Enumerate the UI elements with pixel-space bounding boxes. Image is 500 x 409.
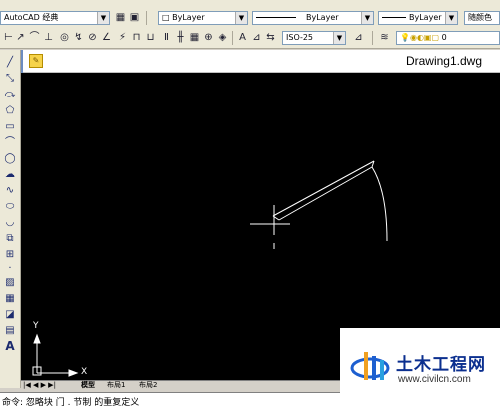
separator [146,11,147,25]
make-block-icon[interactable]: ⊞ [3,248,17,261]
line-icon[interactable]: ╱ [3,56,17,69]
color-swatch-icon: □ [162,13,173,22]
document-icon: ✎ [29,54,43,68]
arc-segment [371,166,388,242]
color-value: ByLayer [172,13,205,22]
parallel-line-upper [272,160,375,217]
spacing-icon[interactable]: Ⅱ [160,31,173,44]
rectangle-icon[interactable]: ▭ [3,120,17,133]
watermark-title: 土木工程网 [396,355,486,375]
ucs-x-arrow [68,369,79,377]
watermark: 土木工程网 www.civilcn.com [340,328,500,408]
tab-layout2[interactable]: 布局2 [139,381,157,390]
color-dropdown[interactable]: □ ByLayer ▼ [158,11,248,25]
edit-text-icon[interactable]: A [236,31,249,44]
radius-icon[interactable]: ◎ [58,31,71,44]
ucs-icon [32,333,79,377]
linetype-preview [256,17,296,18]
ucs-y-label: Y [33,321,39,331]
revision-cloud-icon[interactable]: ☁ [3,168,17,181]
drawing-title: Drawing1.dwg [405,54,482,68]
linetype-dropdown[interactable]: ByLayer ▼ [252,11,374,25]
separator [372,31,373,45]
layer-value: 0 [441,33,447,42]
command-line-text: 命令: 忽略块 门 . 节制 的重复定义 [2,398,140,408]
plotstyle-dropdown[interactable]: 随颜色 [464,11,500,25]
continue-icon[interactable]: ⊔ [144,31,157,44]
plotstyle-value: 随颜色 [468,13,492,22]
arc-length-icon[interactable]: ⌒ [28,31,41,44]
lineweight-preview [382,17,406,18]
workspace-save-icon[interactable]: ▣ [128,11,141,24]
layer-state-icons: 💡◉◐▣▢ [400,33,442,42]
angular-icon[interactable]: ∠ [100,31,113,44]
separator [232,31,233,45]
layout-tabs-bar: |◀ ◀ ▶ ▶| 模型 布局1 布局2 [21,380,341,391]
workspace-value: AutoCAD 经典 [4,13,59,22]
jogged-icon[interactable]: ↯ [72,31,85,44]
point-icon[interactable]: · [3,262,17,275]
linetype-value: ByLayer [306,13,339,22]
gradient-icon[interactable]: ▦ [3,292,17,305]
break-icon[interactable]: ╫ [174,31,187,44]
construction-line-icon[interactable]: ⤡ [3,72,17,85]
dimension-toolbar: ⊢ ↗ ⌒ ⊥ ◎ ↯ ⊘ ∠ ⚡ ⊓ ⊔ Ⅱ ╫ ▦ ⊕ ◈ A ⊿ ⇆ IS… [0,28,500,49]
polygon-icon[interactable]: ⬠ [3,104,17,117]
tab-model[interactable]: 模型 [81,381,95,390]
dim-update-icon[interactable]: ⇆ [264,31,277,44]
lineweight-dropdown[interactable]: ByLayer ▼ [378,11,458,25]
tab-nav-icons[interactable]: |◀ ◀ ▶ ▶| [23,381,56,390]
baseline-icon[interactable]: ⊓ [130,31,143,44]
layer-dropdown[interactable]: 💡◉◐▣▢ 0 [396,31,500,45]
tolerance-icon[interactable]: ▦ [188,31,201,44]
inspection-icon[interactable]: ◈ [216,31,229,44]
arc-icon[interactable]: ⌒ [3,136,17,149]
tab-layout1[interactable]: 布局1 [107,381,125,390]
dimstyle-value: ISO-25 [286,33,314,42]
ordinate-icon[interactable]: ⊥ [42,31,55,44]
drawing-title-bar: ✎ Drawing1.dwg [23,50,500,73]
hatch-icon[interactable]: ▨ [3,276,17,289]
chevron-down-icon: ▼ [97,12,109,24]
region-icon[interactable]: ◪ [3,308,17,321]
circle-icon[interactable]: ◯ [3,152,17,165]
spline-icon[interactable]: ∿ [3,184,17,197]
chevron-down-icon: ▼ [445,12,457,24]
watermark-logo-icon [350,352,390,380]
chevron-down-icon: ▼ [235,12,247,24]
ellipse-icon[interactable]: ⬭ [3,200,17,213]
center-mark-icon[interactable]: ⊕ [202,31,215,44]
layer-manager-icon[interactable]: ≋ [378,31,391,44]
ucs-x-label: X [81,367,88,377]
quick-dimension-icon[interactable]: ⚡ [116,31,129,44]
draw-toolbar: ╱ ⤡ ⤼ ⬠ ▭ ⌒ ◯ ☁ ∿ ⬭ ◡ ⧉ ⊞ · ▨ ▦ ◪ ▤ A [0,50,21,388]
watermark-url: www.civilcn.com [398,374,471,385]
polyline-icon[interactable]: ⤼ [3,88,17,101]
ellipse-arc-icon[interactable]: ◡ [3,216,17,229]
workspace-dropdown[interactable]: AutoCAD 经典 ▼ [0,11,110,25]
diameter-icon[interactable]: ⊘ [86,31,99,44]
parallel-line-lower [278,166,373,221]
table-icon[interactable]: ▤ [3,324,17,337]
chevron-down-icon: ▼ [333,32,345,44]
dimstyle-manager-icon[interactable]: ⊿ [352,31,365,44]
dim-edit-icon[interactable]: ⊿ [250,31,263,44]
ucs-y-arrow [33,333,41,344]
insert-block-icon[interactable]: ⧉ [3,232,17,245]
multiline-text-icon[interactable]: A [3,340,17,353]
aligned-dimension-icon[interactable]: ↗ [14,31,27,44]
dimstyle-dropdown[interactable]: ISO-25 ▼ [282,31,346,45]
properties-toolbar: AutoCAD 经典 ▼ ▦ ▣ □ ByLayer ▼ ByLayer ▼ B… [0,8,500,29]
lineweight-value: ByLayer [409,13,442,22]
chevron-down-icon: ▼ [361,12,373,24]
workspace-settings-icon[interactable]: ▦ [114,11,127,24]
